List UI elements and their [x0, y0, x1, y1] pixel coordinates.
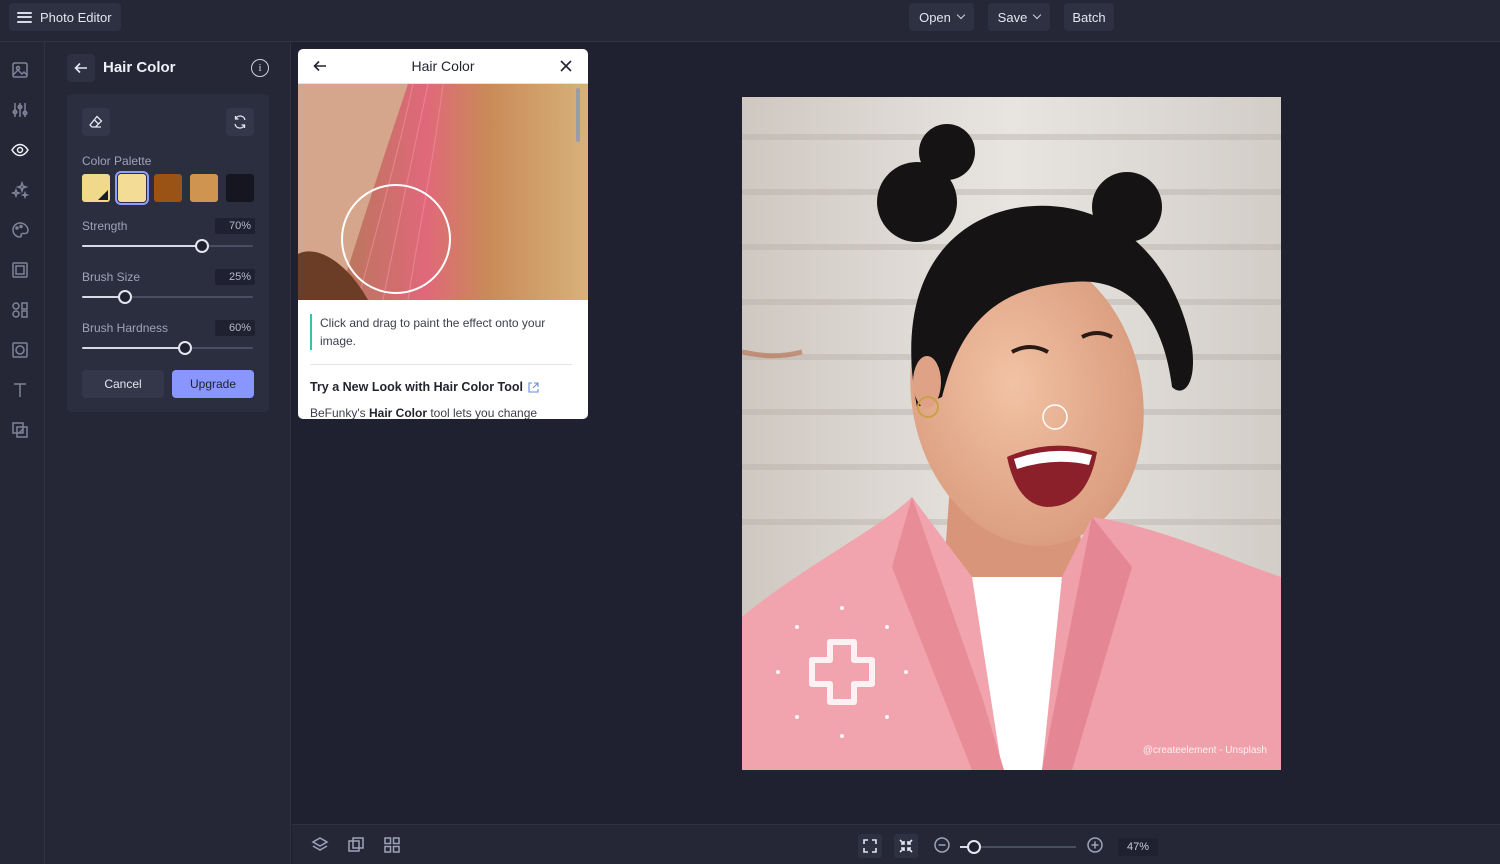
brush-size-slider[interactable]	[82, 290, 253, 304]
open-menu-button[interactable]: Open	[909, 3, 974, 31]
arrow-left-icon	[74, 62, 87, 74]
layers-icon[interactable]	[311, 836, 329, 854]
artsy-palette-icon[interactable]	[10, 220, 30, 240]
eye-icon[interactable]	[10, 140, 30, 160]
strength-slider[interactable]	[82, 239, 253, 253]
refresh-icon	[234, 115, 246, 129]
graphics-shapes-icon[interactable]	[10, 300, 30, 320]
brush-size-value[interactable]: 25%	[215, 269, 255, 285]
bottom-toolbar: 47%	[292, 824, 1500, 864]
tip-more-suffix: tool lets you change	[427, 406, 538, 419]
color-swatch[interactable]	[190, 174, 218, 202]
tip-description: BeFunky's Hair Color tool lets you chang…	[310, 406, 537, 419]
chevron-down-icon	[956, 10, 966, 20]
zoom-out-icon[interactable]	[933, 836, 951, 854]
save-menu-button[interactable]: Save	[988, 3, 1050, 31]
photo-preview[interactable]: @createelement - Unsplash	[742, 97, 1281, 770]
external-link-icon	[528, 381, 539, 393]
hair-color-tip-popup: Hair Color Click and drag to paint the e…	[298, 49, 588, 419]
text-icon[interactable]	[10, 380, 30, 400]
slider-handle[interactable]	[194, 239, 209, 253]
top-toolbar: Photo Editor Open Save Batch	[0, 0, 1500, 42]
tip-link-label: Try a New Look with Hair Color Tool	[310, 380, 523, 394]
app-menu-button[interactable]: Photo Editor	[9, 3, 121, 31]
eraser-button[interactable]	[82, 108, 110, 136]
compare-icon[interactable]	[347, 836, 365, 854]
divider	[310, 364, 572, 365]
tool-settings-card: Color Palette Strength 70% Brush Size 25…	[67, 94, 269, 412]
hamburger-icon	[17, 11, 32, 23]
grid-icon[interactable]	[383, 836, 401, 854]
eraser-icon	[89, 115, 103, 128]
tip-title: Hair Color	[411, 58, 475, 74]
befunky-plus-watermark	[776, 606, 908, 738]
brush-size-label: Brush Size	[82, 270, 141, 284]
open-label: Open	[919, 9, 951, 25]
app-title: Photo Editor	[40, 9, 112, 25]
panel-title: Hair Color	[103, 59, 176, 76]
chevron-down-icon	[1033, 10, 1042, 20]
current-color-marker	[98, 190, 108, 200]
shrink-icon	[899, 839, 913, 853]
tip-instruction: Click and drag to paint the effect onto …	[310, 314, 572, 350]
color-palette-label: Color Palette	[82, 154, 152, 168]
hair-color-panel: Hair Color i Color Palette Strength 70% …	[45, 42, 291, 864]
back-button[interactable]	[67, 54, 95, 82]
strength-label: Strength	[82, 219, 128, 233]
fit-screen-button[interactable]	[858, 834, 882, 858]
zoom-slider[interactable]	[960, 840, 1076, 854]
magic-effects-icon[interactable]	[10, 180, 30, 200]
color-swatch[interactable]	[154, 174, 182, 202]
color-swatch[interactable]	[82, 174, 110, 202]
batch-label: Batch	[1072, 9, 1106, 25]
tip-scrollbar[interactable]	[576, 88, 580, 142]
zoom-slider-handle[interactable]	[966, 840, 981, 854]
frame-icon[interactable]	[10, 260, 30, 280]
slider-handle[interactable]	[177, 341, 192, 355]
save-label: Save	[997, 9, 1028, 25]
tip-header: Hair Color	[298, 49, 588, 84]
color-swatch[interactable]	[226, 174, 254, 202]
tip-more-prefix: BeFunky's	[310, 406, 369, 419]
textures-icon[interactable]	[10, 420, 30, 440]
fullscreen-icon	[863, 839, 877, 853]
tip-more-bold: Hair Color	[368, 406, 427, 419]
overlays-icon[interactable]	[10, 340, 30, 360]
brush-hardness-slider[interactable]	[82, 341, 253, 355]
tip-preview-image	[298, 84, 588, 300]
photo-credit: @createelement - Unsplash	[1142, 745, 1267, 756]
upgrade-button[interactable]: Upgrade	[172, 370, 254, 398]
slider-handle[interactable]	[117, 290, 132, 304]
color-swatch[interactable]	[115, 171, 149, 205]
tool-rail	[0, 42, 45, 864]
strength-value[interactable]: 70%	[215, 218, 255, 234]
reset-button[interactable]	[226, 108, 254, 136]
image-icon[interactable]	[10, 60, 30, 80]
cancel-button[interactable]: Cancel	[82, 370, 164, 398]
info-icon[interactable]: i	[251, 59, 269, 77]
adjust-sliders-icon[interactable]	[10, 100, 30, 120]
zoom-level[interactable]: 47%	[1118, 838, 1158, 856]
color-palette	[82, 171, 254, 205]
close-icon[interactable]	[558, 58, 574, 74]
zoom-in-icon[interactable]	[1086, 836, 1104, 854]
brush-hardness-label: Brush Hardness	[82, 321, 169, 335]
batch-button[interactable]: Batch	[1064, 3, 1114, 31]
tip-help-link[interactable]: Try a New Look with Hair Color Tool	[310, 380, 539, 394]
brush-hardness-value[interactable]: 60%	[215, 320, 255, 336]
actual-size-button[interactable]	[894, 834, 918, 858]
